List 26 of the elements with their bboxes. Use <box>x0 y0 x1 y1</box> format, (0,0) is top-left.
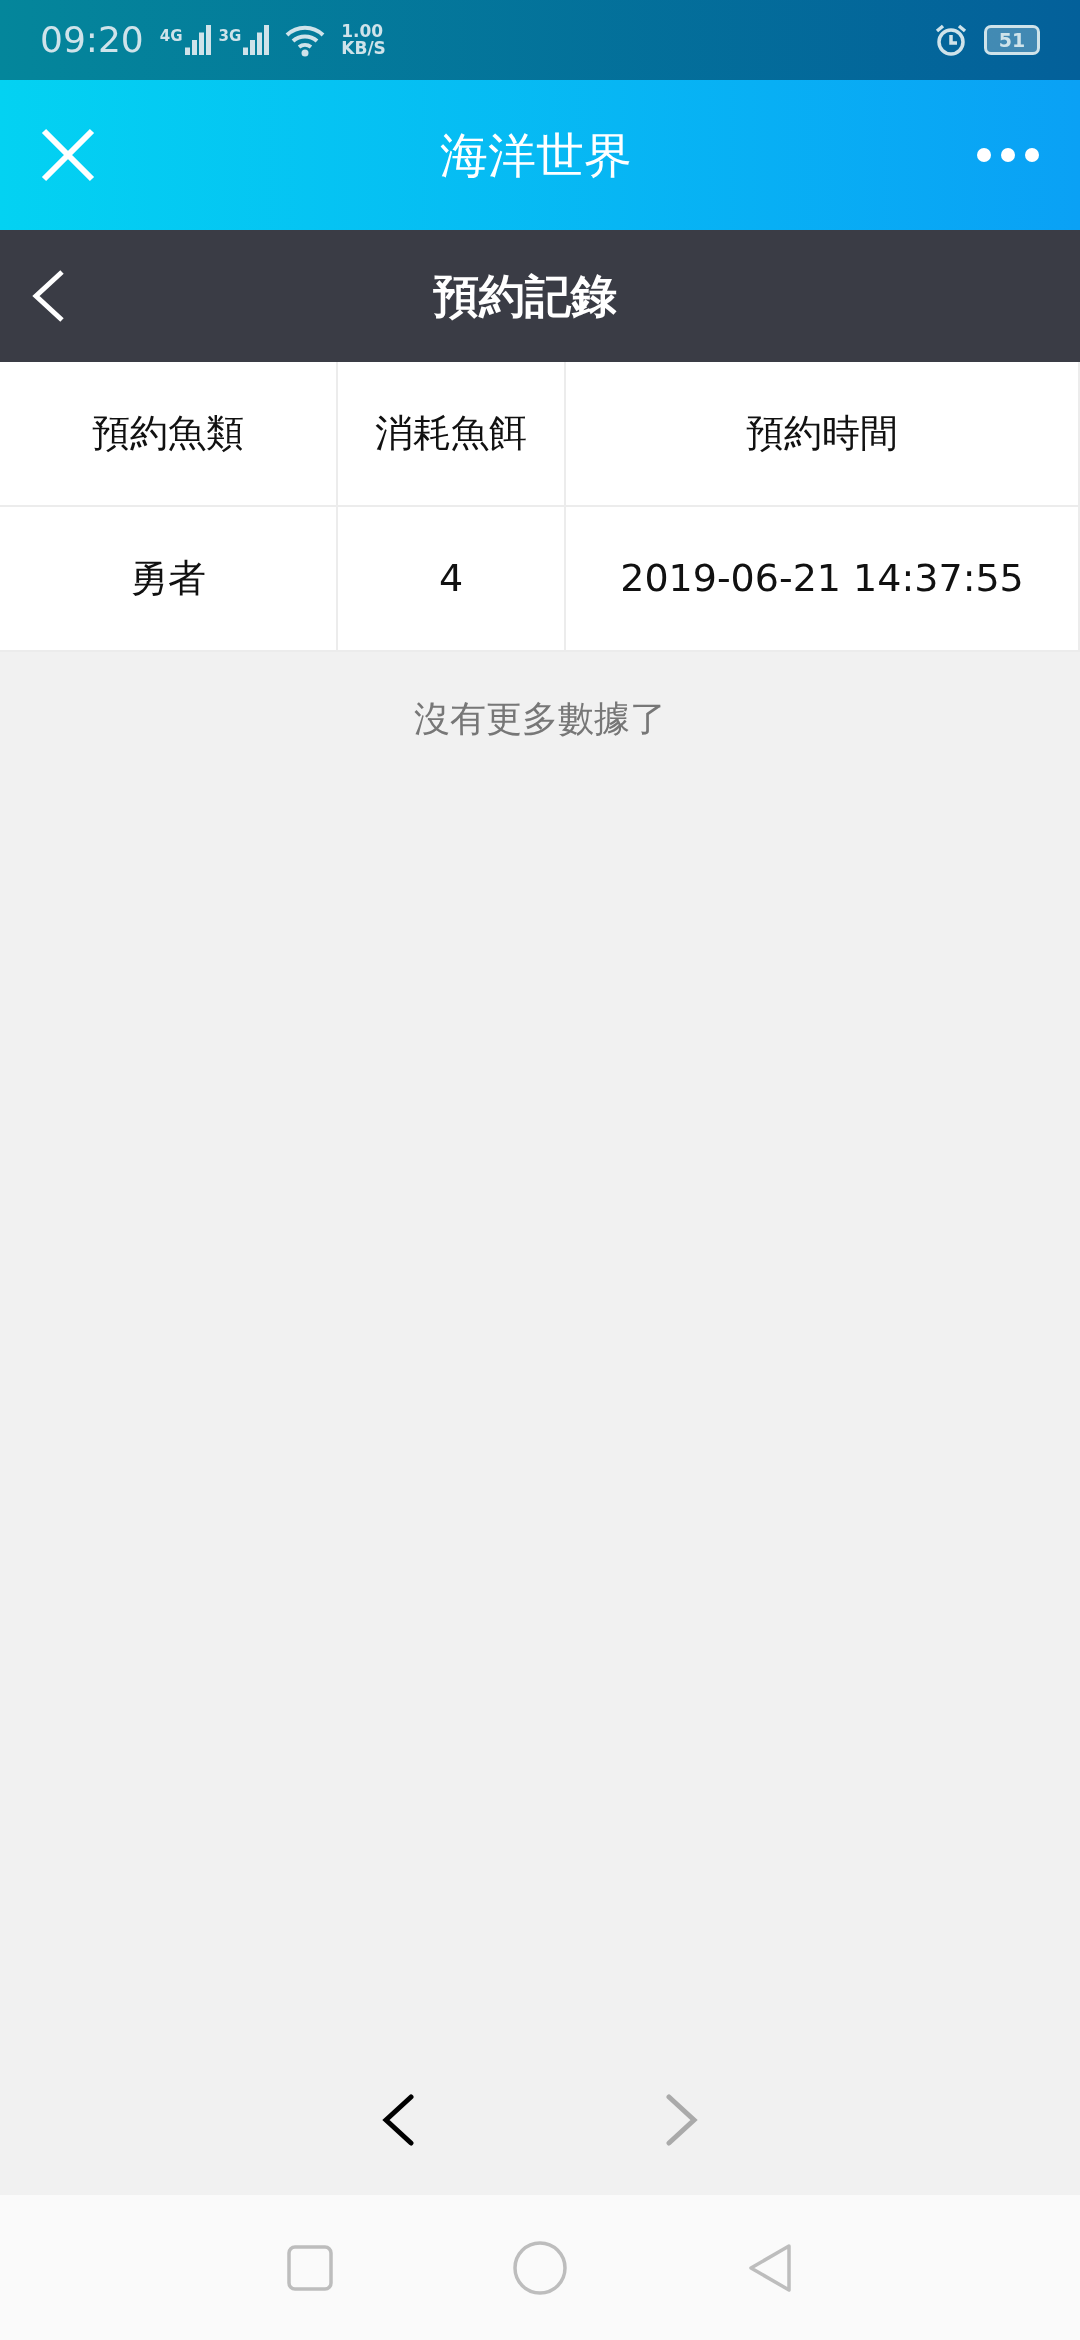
column-header: 預約魚類 <box>0 362 338 505</box>
table-cell: 4 <box>338 507 566 650</box>
signal-icon <box>243 25 270 55</box>
back-icon[interactable] <box>30 268 66 324</box>
network-type: 3G <box>218 26 242 47</box>
network-speed-unit: KB/S <box>341 40 386 57</box>
column-header: 預約時間 <box>566 362 1080 505</box>
table-cell: 勇者 <box>0 507 338 650</box>
signal-icon <box>184 25 211 55</box>
app-title: 海洋世界 <box>440 126 632 185</box>
column-header: 消耗魚餌 <box>338 362 566 505</box>
status-time: 09:20 <box>40 18 144 62</box>
page-title: 預約記錄 <box>433 268 617 323</box>
recent-apps-icon[interactable] <box>287 2244 333 2291</box>
network-type: 4G <box>159 26 183 47</box>
close-icon[interactable] <box>40 127 96 183</box>
home-icon[interactable] <box>513 2240 567 2295</box>
battery-level: 51 <box>998 27 1026 53</box>
wifi-icon <box>285 23 326 57</box>
more-options-icon[interactable] <box>976 147 1040 163</box>
end-of-list-message: 沒有更多數據了 <box>414 698 666 739</box>
back-icon[interactable] <box>381 2094 415 2146</box>
alarm-icon <box>934 23 968 57</box>
network-speed: 1.00 <box>341 23 385 40</box>
back-triangle-icon[interactable] <box>747 2242 793 2293</box>
table-cell: 2019-06-21 14:37:55 <box>566 507 1080 650</box>
